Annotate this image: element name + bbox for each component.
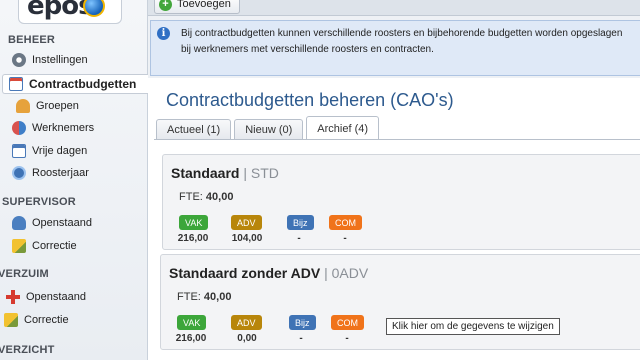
pencil-icon [12,239,26,253]
card-title: Standaard zonder ADV | 0ADV [169,265,368,281]
sidebar-item-label: Correctie [32,240,77,252]
fte-value: 40,00 [205,191,234,203]
badge-bijz: Bijz [287,215,314,230]
sidebar-item-contractbudgetten[interactable]: Contractbudgetten [2,74,148,94]
contract-card-standaard[interactable]: Standaard | STD FTE: 40,00 VAK 216,00 AD… [162,154,640,250]
sidebar-item-werknemers[interactable]: Werknemers [6,118,94,138]
fte-label: FTE: [177,291,201,303]
sidebar-item-instellingen[interactable]: Instellingen [6,50,88,70]
sidebar-item-correctie-supervisor[interactable]: Correctie [6,236,77,256]
fte-row: FTE: 40,00 [179,191,233,203]
users-icon [12,121,26,135]
plus-icon: + [159,0,172,11]
badge-bijz-value: - [297,233,301,244]
fte-row: FTE: 40,00 [177,291,231,303]
badge-vak-value: 216,00 [177,233,209,244]
card-code: STD [250,165,279,181]
tab-actueel[interactable]: Actueel (1) [156,119,232,139]
globe-icon [83,0,105,17]
badge-vak: VAK [179,215,209,230]
badge-adv: ADV [231,215,262,230]
groups-icon [16,99,30,113]
sidebar-item-correctie-verzuim[interactable]: Correctie [0,310,69,330]
badge-vak-value: 216,00 [175,333,207,344]
fte-label: FTE: [179,191,203,203]
page-title: Contractbudgetten beheren (CAO's) [166,90,454,110]
info-text: Bij contractbudgetten kunnen verschillen… [181,26,640,58]
badge-adv-value: 104,00 [231,233,263,244]
tab-archief[interactable]: Archief (4) [306,116,380,140]
section-beheer: BEHEER [8,34,56,46]
section-verzuim: VERZUIM [0,268,49,280]
badge-com-value: - [345,333,349,344]
info-icon: i [157,27,170,40]
edit-tooltip: Klik hier om de gegevens te wijzigen [386,318,560,335]
card-separator: | [324,265,328,281]
sidebar-item-label: Vrije dagen [32,145,88,157]
toolbar: + Toevoegen [148,0,640,16]
pencil-icon [4,313,18,327]
sidebar-item-label: Instellingen [32,54,88,66]
roster-icon [12,166,26,180]
badge-com-value: - [343,233,347,244]
sidebar-item-vrije-dagen[interactable]: Vrije dagen [6,141,87,161]
card-name: Standaard [171,165,240,181]
sidebar-item-label: Groepen [36,100,79,112]
sidebar-item-roosterjaar[interactable]: Roosterjaar [6,163,89,183]
add-button[interactable]: + Toevoegen [154,0,240,14]
sidebar-item-label: Correctie [24,314,69,326]
sidebar: epos BEHEER Instellingen Contractbudgett… [0,0,148,360]
medical-cross-icon [6,290,20,304]
section-supervisor: SUPERVISOR [2,196,76,208]
gear-icon [12,53,26,67]
sidebar-item-groepen[interactable]: Groepen [10,96,79,116]
info-line-1: Bij contractbudgetten kunnen verschillen… [181,28,623,39]
badge-bijz: Bijz [289,315,316,330]
badge-adv: ADV [231,315,262,330]
card-title: Standaard | STD [171,165,279,181]
sidebar-item-label: Openstaand [26,291,86,303]
info-line-2: bij werknemers met verschillende rooster… [181,44,434,55]
tab-bar: Actueel (1) Nieuw (0) Archief (4) [156,115,382,140]
sidebar-item-label: Roosterjaar [32,167,89,179]
badge-vak: VAK [177,315,207,330]
calendar-days-icon [12,144,26,158]
badge-bijz-value: - [299,333,303,344]
sidebar-item-label: Contractbudgetten [29,77,137,91]
badge-com: COM [329,215,362,230]
add-button-label: Toevoegen [177,0,231,10]
tab-nieuw[interactable]: Nieuw (0) [234,119,304,139]
sidebar-item-openstaand-verzuim[interactable]: Openstaand [0,287,86,307]
contract-card-standaard-zonder-adv[interactable]: Standaard zonder ADV | 0ADV FTE: 40,00 V… [160,254,640,350]
card-name: Standaard zonder ADV [169,265,321,281]
section-verzicht: VERZICHT [0,344,55,356]
calendar-icon [9,77,23,91]
sidebar-item-label: Openstaand [32,217,92,229]
badge-adv-value: 0,00 [237,333,257,344]
badge-com: COM [331,315,364,330]
sidebar-item-label: Werknemers [32,122,95,134]
card-code: 0ADV [331,265,369,281]
sidebar-item-openstaand-supervisor[interactable]: Openstaand [6,213,92,233]
card-separator: | [243,165,247,181]
app-logo[interactable]: epos [18,0,122,24]
tab-divider [154,139,640,140]
info-banner: i Bij contractbudgetten kunnen verschill… [150,20,640,76]
fte-value: 40,00 [203,291,232,303]
person-icon [12,216,26,230]
